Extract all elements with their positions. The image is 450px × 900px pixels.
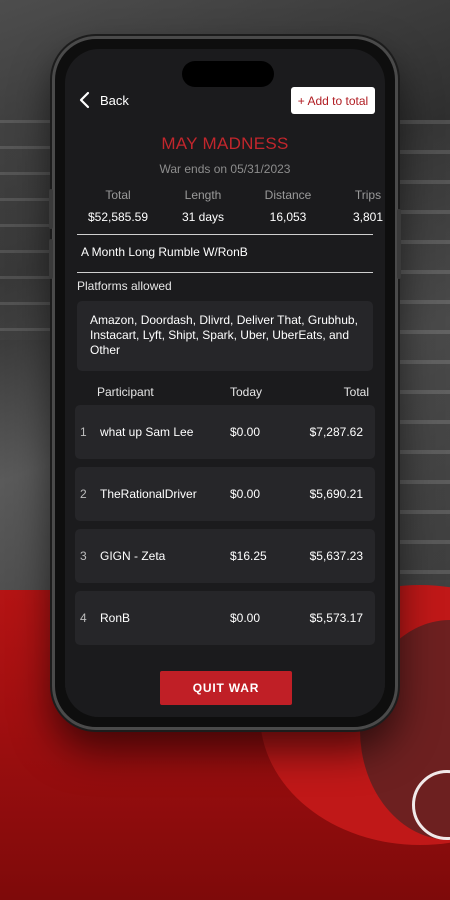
war-stats: Total $52,585.59 Length 31 days Distance… [73,188,383,224]
stat-length: Length 31 days [163,188,243,224]
phone-power-button [397,209,401,279]
war-description: A Month Long Rumble W/RonB [81,245,248,259]
divider [77,272,373,273]
background-stripes-left [0,120,55,340]
add-to-total-button[interactable]: + Add to total [291,87,375,114]
row-total: $5,637.23 [309,549,363,563]
column-total: Total [343,385,369,399]
background-stripes-right [390,120,450,580]
stat-label: Length [184,188,222,202]
stat-label: Distance [264,188,312,202]
table-header: Participant Today Total [77,385,373,401]
table-row[interactable]: 4 RonB $0.00 $5,573.17 [75,591,375,645]
row-today: $16.25 [230,549,267,563]
stat-value: 16,053 [269,210,307,224]
phone-frame: Back + Add to total MAY MADNESS War ends… [49,36,401,730]
row-participant: GIGN - Zeta [100,549,166,563]
row-today: $0.00 [230,487,261,501]
stat-value: 31 days [181,210,225,224]
row-total: $5,573.17 [309,611,363,625]
row-participant: RonB [100,611,131,625]
chevron-left-icon [79,91,90,109]
column-today: Today [230,385,263,399]
table-row[interactable]: 1 what up Sam Lee $0.00 $7,287.62 [75,405,375,459]
column-participant: Participant [97,385,154,399]
stat-label: Total [105,188,131,202]
row-rank: 2 [80,487,87,501]
war-title: MAY MADNESS [161,134,289,153]
row-rank: 4 [80,611,87,625]
stat-label: Trips [354,188,382,202]
stat-distance: Distance 16,053 [243,188,333,224]
row-rank: 1 [80,425,87,439]
back-button[interactable]: Back [78,91,129,109]
stat-value: $52,585.59 [87,210,149,224]
stat-total: Total $52,585.59 [73,188,163,224]
platforms-label: Platforms allowed [77,279,172,293]
war-end-date: War ends on 05/31/2023 [159,162,291,176]
divider [77,234,373,235]
row-participant: what up Sam Lee [100,425,194,439]
table-row[interactable]: 3 GIGN - Zeta $16.25 $5,637.23 [75,529,375,583]
row-total: $7,287.62 [309,425,363,439]
table-row[interactable]: 2 TheRationalDriver $0.00 $5,690.21 [75,467,375,521]
row-today: $0.00 [230,611,261,625]
back-label: Back [100,92,129,108]
platforms-list: Amazon, Doordash, Dlivrd, Deliver That, … [77,301,373,371]
quit-war-button[interactable]: QUIT WAR [160,671,292,705]
row-today: $0.00 [230,425,261,439]
row-participant: TheRationalDriver [100,487,197,501]
phone-side-button [49,239,53,279]
row-total: $5,690.21 [309,487,363,501]
row-rank: 3 [80,549,87,563]
phone-side-button [49,189,53,229]
stat-value: 3,801 [352,210,384,224]
app-screen: Back + Add to total MAY MADNESS War ends… [65,49,385,717]
phone-notch [182,61,274,87]
stat-trips: Trips 3,801 [333,188,385,224]
